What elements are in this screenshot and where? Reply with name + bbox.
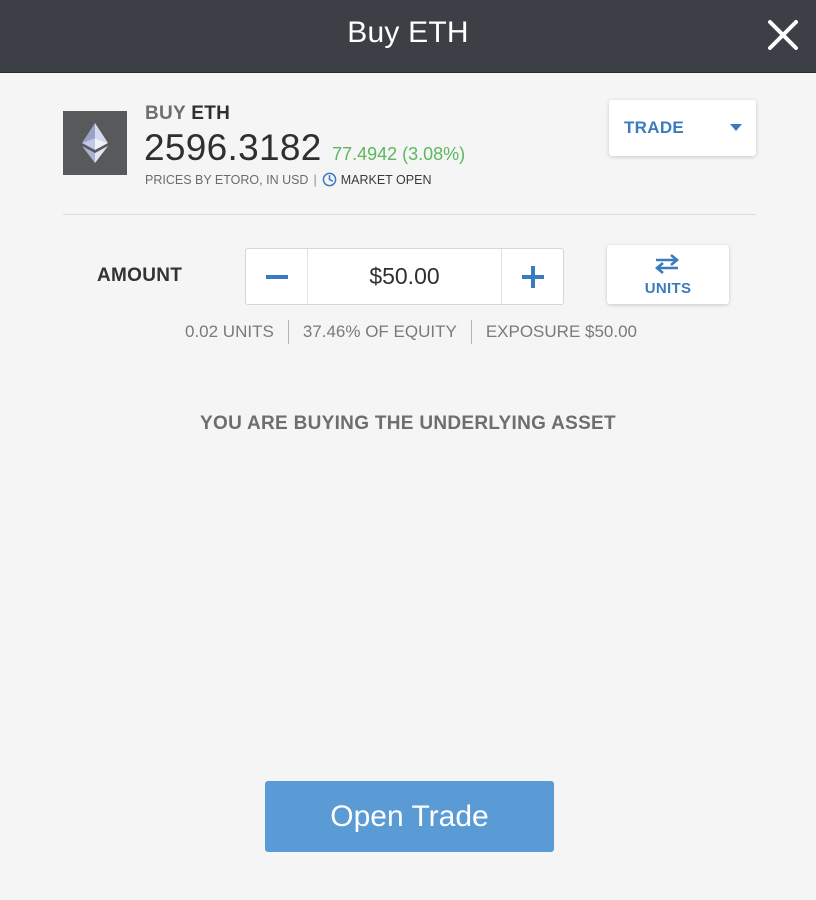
summary-divider <box>287 320 289 344</box>
price-change: 77.4942 (3.08%) <box>332 144 466 164</box>
trade-type-label: TRADE <box>624 118 685 137</box>
close-icon <box>768 20 798 50</box>
increase-amount-button[interactable] <box>501 249 563 304</box>
price-row: 2596.3182 77.4942 (3.08%) <box>144 127 465 169</box>
trade-form: BUY ETH 2596.3182 77.4942 (3.08%) PRICES… <box>0 73 816 900</box>
amount-stepper <box>245 248 564 305</box>
market-status: MARKET OPEN <box>340 172 432 187</box>
exposure-amount: EXPOSURE $50.00 <box>485 322 638 341</box>
open-trade-button[interactable]: Open Trade <box>265 781 554 852</box>
dialog-header: Buy ETH <box>0 0 816 73</box>
asset-price: 2596.3182 <box>144 127 322 168</box>
amount-input[interactable] <box>308 249 501 304</box>
equity-percent: 37.46% OF EQUITY <box>302 322 457 341</box>
caret-down-icon <box>730 124 742 131</box>
dialog-title: Buy ETH <box>347 16 469 49</box>
prices-source: PRICES BY ETORO, IN USD <box>145 172 309 187</box>
units-label: UNITS <box>644 280 692 297</box>
swap-arrows-icon <box>654 254 680 274</box>
asset-symbol: ETH <box>191 103 231 124</box>
summary-divider <box>470 320 472 344</box>
units-toggle-button[interactable]: UNITS <box>607 245 729 304</box>
info-message: YOU ARE BUYING THE UNDERLYING ASSET <box>200 413 616 434</box>
close-button[interactable] <box>766 18 800 52</box>
amount-label: AMOUNT <box>97 265 183 286</box>
asset-logo <box>63 111 127 175</box>
trade-action: BUY <box>145 103 186 124</box>
clock-icon <box>322 172 337 187</box>
ethereum-icon <box>82 123 108 163</box>
meta-separator: | <box>313 172 317 187</box>
divider <box>63 214 756 215</box>
price-meta: PRICES BY ETORO, IN USD | MARKET OPEN <box>145 172 431 187</box>
trade-type-dropdown[interactable]: TRADE <box>609 100 756 156</box>
decrease-amount-button[interactable] <box>246 249 308 304</box>
trade-summary: 0.02 UNITS 37.46% OF EQUITY EXPOSURE $50… <box>185 320 637 344</box>
units-count: 0.02 UNITS <box>185 322 274 341</box>
asset-heading: BUY ETH <box>145 103 230 125</box>
